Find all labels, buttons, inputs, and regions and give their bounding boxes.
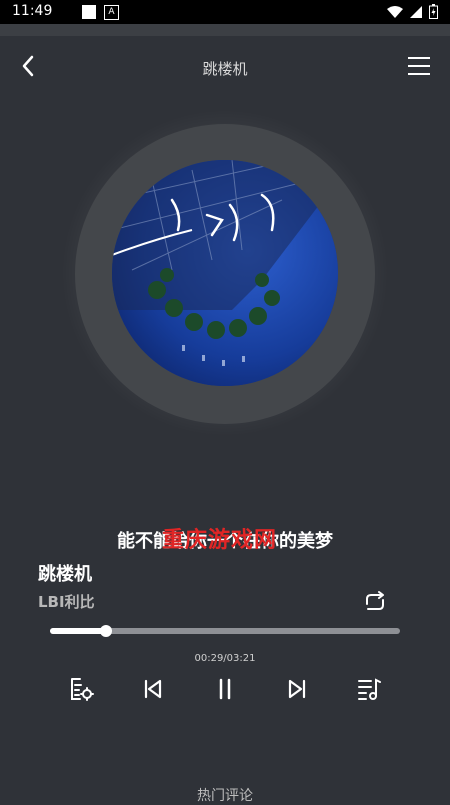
menu-icon[interactable] <box>408 56 430 76</box>
progress-fill <box>50 628 106 634</box>
wifi-icon <box>387 5 403 18</box>
progress-bar[interactable] <box>50 625 400 637</box>
pause-icon[interactable] <box>211 675 239 703</box>
status-time: 11:49 <box>12 3 53 19</box>
page-title: 跳楼机 <box>202 60 248 78</box>
battery-icon <box>429 4 438 19</box>
artist-name: LBI利比 <box>38 593 95 611</box>
album-art-image <box>112 160 338 386</box>
song-title: 跳楼机 <box>38 564 92 585</box>
top-strip <box>0 24 450 36</box>
playback-time: 00:29/03:21 <box>194 653 256 664</box>
lyrics-settings-icon[interactable] <box>67 675 95 703</box>
signal-icon <box>410 5 422 18</box>
app-notification-icon: A <box>104 5 119 20</box>
status-bar: 11:49 A <box>0 0 450 24</box>
hot-comments-heading[interactable]: 热门评论 <box>0 785 450 805</box>
watermark-text: 重庆游戏网 <box>162 528 278 553</box>
playback-controls <box>0 675 450 705</box>
system-icons <box>387 4 438 19</box>
repeat-icon[interactable] <box>362 590 388 614</box>
progress-handle[interactable] <box>100 625 112 637</box>
previous-track-icon[interactable] <box>139 675 167 703</box>
player-header: 跳楼机 <box>0 36 450 98</box>
notification-icon <box>82 5 96 19</box>
playlist-icon[interactable] <box>355 675 383 703</box>
album-cover <box>112 160 338 386</box>
next-track-icon[interactable] <box>283 675 311 703</box>
